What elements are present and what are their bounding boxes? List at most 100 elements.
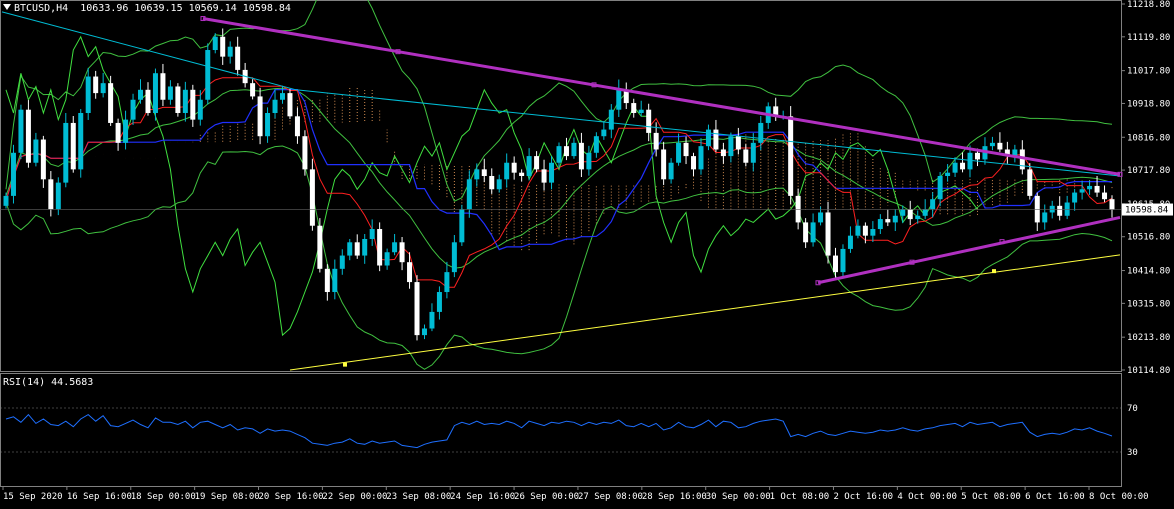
candle-body xyxy=(930,199,936,210)
candle-body xyxy=(421,328,427,336)
candle-body xyxy=(549,162,555,183)
candle-body xyxy=(265,113,271,137)
candle-body xyxy=(526,156,532,176)
candle-body xyxy=(414,282,420,336)
time-tick-label: 6 Oct 16:00 xyxy=(1025,492,1085,502)
last-price-label: 10598.84 xyxy=(1125,206,1168,216)
candle-body xyxy=(130,99,136,120)
candle-body xyxy=(847,235,853,249)
candle-body xyxy=(407,262,413,283)
candle-body xyxy=(1049,205,1055,213)
candle-body xyxy=(997,142,1003,150)
price-tick-label: 10414.80 xyxy=(1127,267,1170,277)
candle-body xyxy=(115,122,121,143)
time-tick-label: 20 Sep 16:00 xyxy=(259,492,324,502)
candle-body xyxy=(272,99,278,114)
price-tick-label: 11119.80 xyxy=(1127,33,1170,43)
time-tick-label: 2 Oct 16:00 xyxy=(833,492,893,502)
candle-body xyxy=(1064,202,1070,216)
candle-body xyxy=(803,222,809,243)
price-tick-label: 10516.80 xyxy=(1127,233,1170,243)
candle-body xyxy=(862,225,868,236)
candle-body xyxy=(892,215,898,223)
candle-body xyxy=(833,255,838,273)
candle-body xyxy=(728,136,734,157)
candle-body xyxy=(967,152,973,170)
candle-body xyxy=(1042,212,1048,223)
time-tick-label: 8 Oct 00:00 xyxy=(1089,492,1149,502)
chart-canvas: 70 30 11218.80 11119.80 11017.80 10918.80 108… xyxy=(0,0,1173,502)
candle-body xyxy=(235,46,241,70)
candle-body xyxy=(10,152,16,196)
candle-body xyxy=(676,142,682,163)
price-tick-label: 10213.80 xyxy=(1127,333,1170,343)
candle-body xyxy=(436,292,442,312)
candle-body xyxy=(668,162,674,180)
candle-body xyxy=(25,109,31,163)
candle-body xyxy=(541,169,547,183)
candle-body xyxy=(556,146,562,163)
candle-body xyxy=(294,116,300,137)
rsi-label: RSI(14) 44.5683 xyxy=(3,377,94,388)
rsi-header: RSI(14) 44.5683 xyxy=(3,377,93,389)
candle-body xyxy=(661,149,667,180)
candle-body xyxy=(1034,195,1040,223)
time-tick-label: 27 Sep 08:00 xyxy=(578,492,643,502)
candle-body xyxy=(317,225,323,269)
candle-body xyxy=(347,242,353,256)
candle-body xyxy=(138,89,144,100)
price-axis: 11218.80 11119.80 11017.80 10918.80 10816.80… xyxy=(0,0,1173,376)
time-tick-label: 23 Sep 08:00 xyxy=(386,492,451,502)
candle-body xyxy=(78,113,84,170)
candle-body xyxy=(466,179,472,210)
candle-body xyxy=(377,229,383,266)
collapse-triangle-icon[interactable] xyxy=(3,4,11,10)
candle-body xyxy=(788,116,794,196)
time-axis: 15 Sep 2020 16 Sep 16:0018 Sep 00:0019 Se… xyxy=(2,486,1149,502)
candle-body xyxy=(750,142,756,163)
price-tick-label: 10816.80 xyxy=(1127,133,1170,143)
candle-body xyxy=(1079,189,1085,193)
candle-body xyxy=(444,272,450,293)
candle-body xyxy=(691,156,697,170)
candle-body xyxy=(915,215,921,220)
candle-body xyxy=(571,142,577,157)
candle-body xyxy=(280,93,285,100)
time-tick-label: 22 Sep 00:00 xyxy=(322,492,387,502)
candle-body xyxy=(974,152,980,160)
candle-body xyxy=(578,142,584,170)
candle-body xyxy=(100,83,106,94)
candle-body xyxy=(504,162,510,180)
candle-body xyxy=(332,268,338,293)
candle-body xyxy=(1109,199,1115,210)
candle-body xyxy=(758,122,764,143)
candle-body xyxy=(534,156,540,170)
bollinger-upper-line xyxy=(5,0,1113,202)
candle-body xyxy=(324,268,330,293)
rsi-level-label: 30 xyxy=(1127,448,1138,458)
symbol-label: BTCUSD,H4 xyxy=(14,3,69,14)
rsi-panel: 70 30 xyxy=(0,404,1138,458)
candle-body xyxy=(743,149,749,163)
candle-body xyxy=(429,311,435,329)
candle-body xyxy=(937,175,943,200)
trendlines[interactable] xyxy=(1,11,1123,371)
rsi-line xyxy=(5,413,1113,449)
time-tick-label: 28 Sep 16:00 xyxy=(642,492,707,502)
candle-body xyxy=(40,139,46,180)
candle-body xyxy=(877,219,883,230)
candle-body xyxy=(960,162,966,170)
candle-body xyxy=(855,225,861,236)
candle-body xyxy=(205,50,211,100)
candle-body xyxy=(85,76,91,114)
candle-body xyxy=(900,209,906,216)
candle-body xyxy=(952,162,958,173)
candle-body xyxy=(339,255,345,269)
candle-body xyxy=(631,103,637,114)
time-tick-label: 30 Sep 00:00 xyxy=(706,492,771,502)
candle-body xyxy=(309,169,315,226)
candle-body xyxy=(302,136,308,170)
candle-body xyxy=(735,136,741,150)
candle-body xyxy=(362,238,368,256)
candle-body xyxy=(496,179,502,190)
